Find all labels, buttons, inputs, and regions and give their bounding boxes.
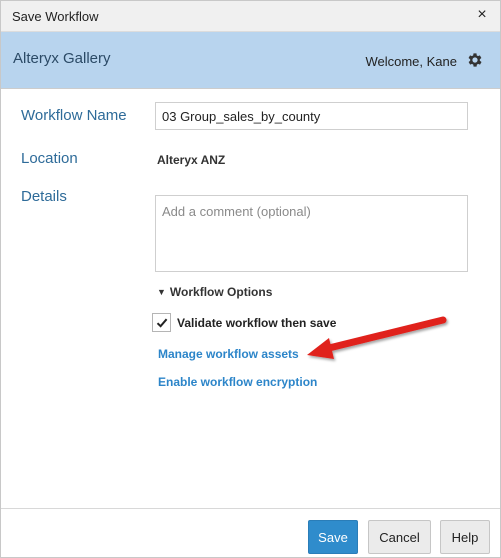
location-label: Location (21, 150, 78, 167)
help-button[interactable]: Help (440, 520, 490, 554)
location-value: Alteryx ANZ (157, 153, 226, 167)
welcome-prefix: Welcome, (365, 54, 423, 69)
validate-checkbox[interactable] (152, 313, 171, 332)
red-arrow-annotation (307, 316, 447, 359)
gallery-brand: Alteryx Gallery (13, 50, 111, 67)
triangle-down-icon: ▼ (157, 287, 166, 297)
details-textarea[interactable] (155, 195, 468, 272)
save-workflow-dialog: Save Workflow × Alteryx Gallery Welcome,… (0, 0, 501, 558)
workflow-name-input[interactable] (155, 102, 468, 130)
welcome-text: Welcome, Kane (365, 54, 457, 69)
title-bar: Save Workflow × (1, 1, 500, 32)
workflow-options-label: Workflow Options (169, 285, 273, 299)
encryption-link[interactable]: Enable workflow encryption (158, 375, 317, 389)
checkmark-icon (156, 318, 168, 328)
gear-icon[interactable] (466, 51, 484, 69)
gallery-header: Alteryx Gallery Welcome, Kane (1, 32, 500, 88)
close-icon[interactable]: × (473, 6, 491, 24)
workflow-name-label: Workflow Name (21, 107, 127, 124)
save-button[interactable]: Save (308, 520, 358, 554)
form-content: Workflow Name Location Alteryx ANZ Detai… (1, 88, 500, 508)
details-label: Details (21, 188, 67, 205)
workflow-options-toggle[interactable]: ▼ Workflow Options (157, 285, 272, 299)
window-title: Save Workflow (12, 9, 99, 24)
cancel-button[interactable]: Cancel (368, 520, 431, 554)
manage-assets-link[interactable]: Manage workflow assets (158, 347, 299, 361)
dialog-footer: Save Cancel Help (1, 508, 500, 558)
user-name[interactable]: Kane (427, 54, 457, 69)
